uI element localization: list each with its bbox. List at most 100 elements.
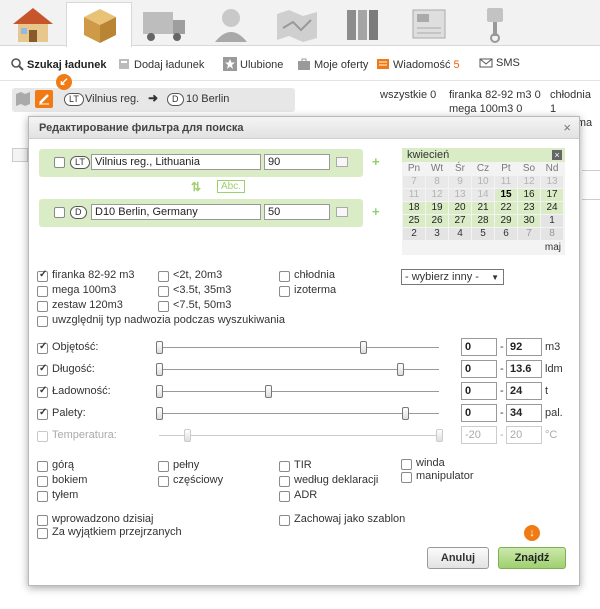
loading-checkbox[interactable] [37, 491, 48, 502]
edit-filter-icon[interactable] [35, 90, 53, 108]
newspaper-icon[interactable] [396, 2, 462, 46]
calendar-day[interactable]: 24 [541, 202, 563, 214]
range-max-handle[interactable] [396, 363, 404, 376]
calendar-day[interactable]: 23 [518, 202, 540, 214]
dialog-close-icon[interactable]: × [563, 120, 571, 135]
binders-icon[interactable] [330, 2, 396, 46]
range-max-input[interactable]: 92 [506, 338, 542, 356]
loading-checkbox[interactable] [158, 461, 169, 472]
destination-details-icon[interactable] [336, 207, 348, 217]
loading-checkbox[interactable] [158, 476, 169, 487]
cancel-button[interactable]: Anuluj [427, 547, 489, 569]
calendar-next-month[interactable]: maj [545, 242, 561, 253]
calendar-day[interactable]: 1 [541, 215, 563, 227]
range-max-input[interactable]: 34 [506, 404, 542, 422]
loads-box-icon[interactable] [66, 2, 132, 47]
range-max-handle[interactable] [402, 407, 410, 420]
range-min-input[interactable]: 0 [461, 338, 497, 356]
range-min-handle[interactable] [156, 341, 163, 354]
calendar-day[interactable]: 4 [449, 228, 471, 240]
calendar-day[interactable]: 22 [495, 202, 517, 214]
add-origin-icon[interactable]: + [372, 154, 380, 169]
body-type-checkbox[interactable] [158, 301, 169, 312]
calendar-day[interactable]: 30 [518, 215, 540, 227]
calendar-day[interactable]: 27 [449, 215, 471, 227]
home-icon[interactable] [0, 2, 66, 46]
loading-checkbox[interactable] [37, 461, 48, 472]
active-filter-row[interactable]: LT Vilnius reg. ➜ D 10 Berlin [12, 88, 295, 112]
origin-place-input[interactable]: Vilnius reg., Lithuania [91, 154, 261, 170]
other-body-select[interactable]: - wybierz inny - ▼ [401, 269, 504, 285]
range-max-input[interactable]: 24 [506, 382, 542, 400]
calendar-day[interactable]: 2 [403, 228, 425, 240]
body-type-checkbox[interactable] [37, 286, 48, 297]
calendar-day[interactable]: 6 [495, 228, 517, 240]
nav-my-offers[interactable]: Moje oferty [297, 57, 368, 74]
range-min-input[interactable]: 0 [461, 360, 497, 378]
destination-checkbox[interactable] [54, 207, 65, 218]
origin-details-icon[interactable] [336, 157, 348, 167]
piston-icon[interactable] [462, 2, 528, 46]
entered-today-checkbox[interactable] [37, 515, 48, 526]
body-type-checkbox[interactable] [158, 271, 169, 282]
add-destination-icon[interactable]: + [372, 204, 380, 219]
loading-checkbox[interactable] [37, 476, 48, 487]
nav-messages[interactable]: Wiadomość 5 [376, 57, 460, 74]
destination-radius-input[interactable]: 50 [264, 204, 330, 220]
save-template-checkbox[interactable] [279, 515, 290, 526]
body-type-checkbox[interactable] [158, 286, 169, 297]
loading-checkbox[interactable] [279, 491, 290, 502]
range-checkbox[interactable] [37, 363, 48, 376]
range-min-input[interactable]: 0 [461, 382, 497, 400]
calendar-day[interactable]: 8 [541, 228, 563, 240]
loading-checkbox[interactable] [401, 459, 412, 470]
body-type-checkbox[interactable] [279, 286, 290, 297]
truck-icon[interactable] [132, 2, 198, 46]
origin-radius-input[interactable]: 90 [264, 154, 330, 170]
range-min-handle[interactable] [156, 407, 163, 420]
body-type-checkbox[interactable] [37, 269, 48, 282]
calendar-day[interactable]: 20 [449, 202, 471, 214]
calendar-day[interactable]: 17 [541, 189, 563, 201]
calendar-day[interactable]: 19 [426, 202, 448, 214]
swap-label[interactable]: Abc. [217, 180, 246, 193]
calendar-day[interactable]: 21 [472, 202, 494, 214]
calendar-day[interactable]: 26 [426, 215, 448, 227]
body-type-checkbox[interactable] [37, 301, 48, 312]
calendar-day[interactable]: 18 [403, 202, 425, 214]
range-max-handle[interactable] [265, 385, 273, 398]
range-checkbox[interactable] [37, 407, 48, 420]
loading-checkbox[interactable] [279, 461, 290, 472]
nav-search-load[interactable]: Szukaj ładunek [10, 57, 106, 74]
calendar-day[interactable]: 7 [518, 228, 540, 240]
calendar-day[interactable]: 16 [518, 189, 540, 201]
range-min-handle[interactable] [156, 363, 163, 376]
nav-favorites[interactable]: Ulubione [223, 57, 283, 74]
loading-checkbox[interactable] [279, 476, 290, 487]
map-pin-icon[interactable] [15, 91, 31, 110]
loading-checkbox[interactable] [401, 472, 412, 483]
range-checkbox[interactable] [37, 385, 48, 398]
range-min-handle[interactable] [156, 385, 163, 398]
find-button[interactable]: Znajdź [498, 547, 566, 569]
origin-checkbox[interactable] [54, 157, 65, 168]
range-max-input[interactable]: 13.6 [506, 360, 542, 378]
range-min-input[interactable]: 0 [461, 404, 497, 422]
calendar-day[interactable]: 29 [495, 215, 517, 227]
destination-place-input[interactable]: D10 Berlin, Germany [91, 204, 261, 220]
nav-sms[interactable]: SMS [479, 57, 520, 72]
body-type-checkbox[interactable] [279, 271, 290, 282]
calendar-day[interactable]: 25 [403, 215, 425, 227]
range-max-handle[interactable] [360, 341, 368, 354]
except-viewed-checkbox[interactable] [37, 528, 48, 539]
nav-add-load[interactable]: Dodaj ładunek [117, 57, 204, 74]
person-icon[interactable] [198, 2, 264, 46]
calendar-day[interactable]: 15 [495, 189, 517, 201]
swap-icon[interactable]: ⇅ [191, 180, 201, 194]
map-icon[interactable] [264, 2, 330, 46]
calendar-close-icon[interactable]: × [552, 150, 562, 160]
calendar-day[interactable]: 28 [472, 215, 494, 227]
calendar-day[interactable]: 3 [426, 228, 448, 240]
range-checkbox[interactable] [37, 341, 48, 354]
consider-body-checkbox[interactable] [37, 316, 48, 327]
